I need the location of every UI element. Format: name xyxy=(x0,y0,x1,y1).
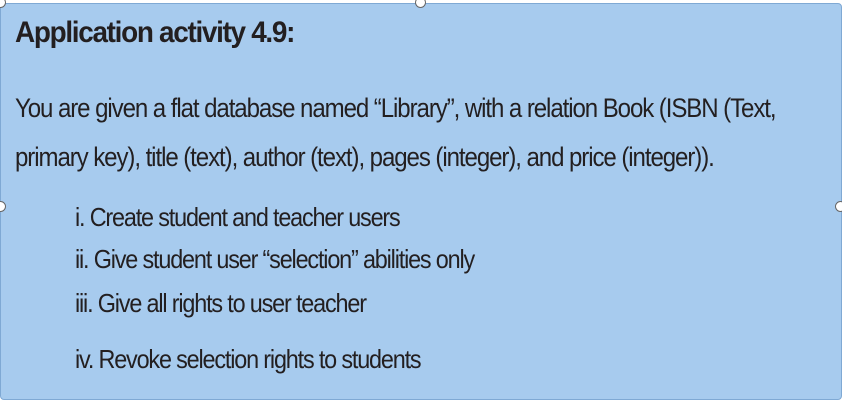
activity-heading: Application activity 4.9: xyxy=(15,16,295,49)
description-line-1: You are given a flat database named “Lib… xyxy=(15,93,777,123)
resize-handle-middle-right[interactable] xyxy=(835,201,842,212)
task-item-2: ii. Give student user “selection” abilit… xyxy=(75,244,475,274)
activity-box[interactable]: Application activity 4.9: You are given … xyxy=(0,3,842,400)
task-item-1: i. Create student and teacher users xyxy=(75,202,401,232)
activity-description: You are given a flat database named “Lib… xyxy=(15,84,789,182)
task-item-4: iv. Revoke selection rights to students xyxy=(75,344,422,374)
description-line-2: primary key), title (text), author (text… xyxy=(15,142,715,172)
task-item-3: iii. Give all rights to user teacher xyxy=(75,288,367,318)
